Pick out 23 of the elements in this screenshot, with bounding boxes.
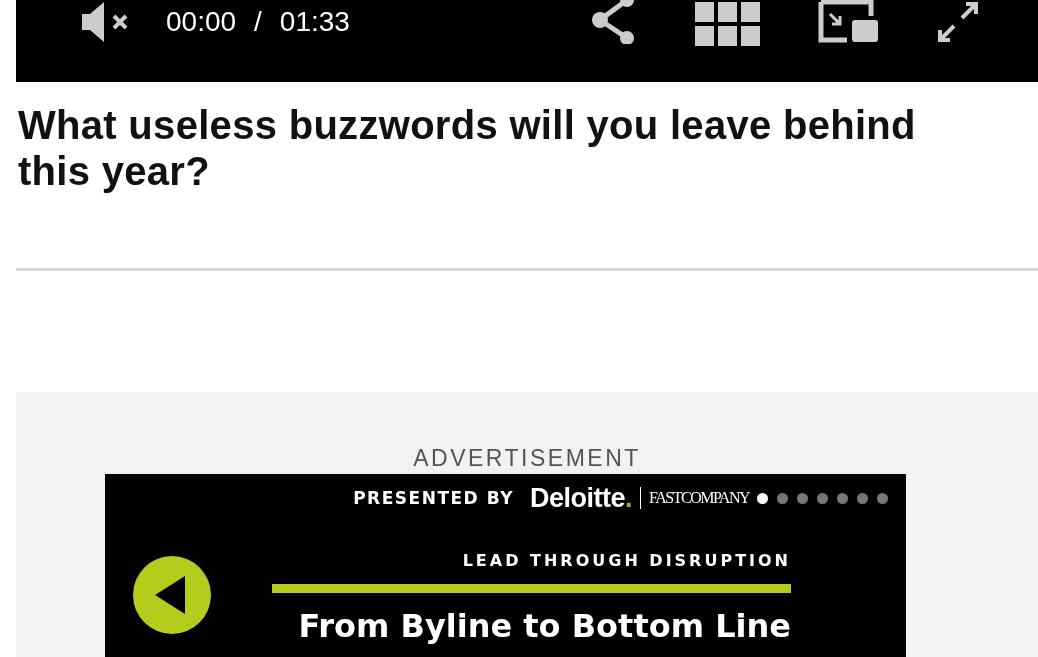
slide-dot[interactable] — [797, 492, 808, 504]
grid-icon[interactable] — [695, 0, 760, 46]
slide-dot[interactable] — [837, 492, 848, 504]
slide-dot[interactable] — [877, 492, 888, 504]
slide-dot[interactable] — [777, 492, 788, 504]
ad-title: From Byline to Bottom Line — [297, 609, 791, 643]
share-icon[interactable] — [591, 0, 637, 44]
time-separator: / — [254, 6, 262, 38]
previous-slide-icon[interactable] — [133, 556, 211, 634]
current-time: 00:00 — [166, 6, 237, 38]
ad-banner[interactable]: PRESENTED BY Deloitte. FASTCOMPANY LEAD THROUGH DISRUPTION From Byline to Bottom Line — [105, 474, 906, 657]
ad-kicker: LEAD THROUGH DISRUPTION — [461, 550, 791, 572]
presented-by-text: PRESENTED BY — [353, 488, 514, 508]
slide-dot[interactable] — [757, 492, 768, 504]
article-headline: What useless buzzwords will you leave behind this year? — [18, 102, 917, 194]
duration: 01:33 — [279, 6, 350, 38]
slide-dot[interactable] — [817, 492, 828, 504]
sponsor-logo: Deloitte. — [530, 482, 632, 514]
slide-dot[interactable] — [857, 492, 868, 504]
fullscreen-icon[interactable] — [936, 0, 980, 44]
ad-label: ADVERTISEMENT — [413, 444, 641, 472]
partner-logo: FASTCOMPANY — [649, 489, 749, 507]
picture-in-picture-icon[interactable] — [818, 0, 878, 44]
